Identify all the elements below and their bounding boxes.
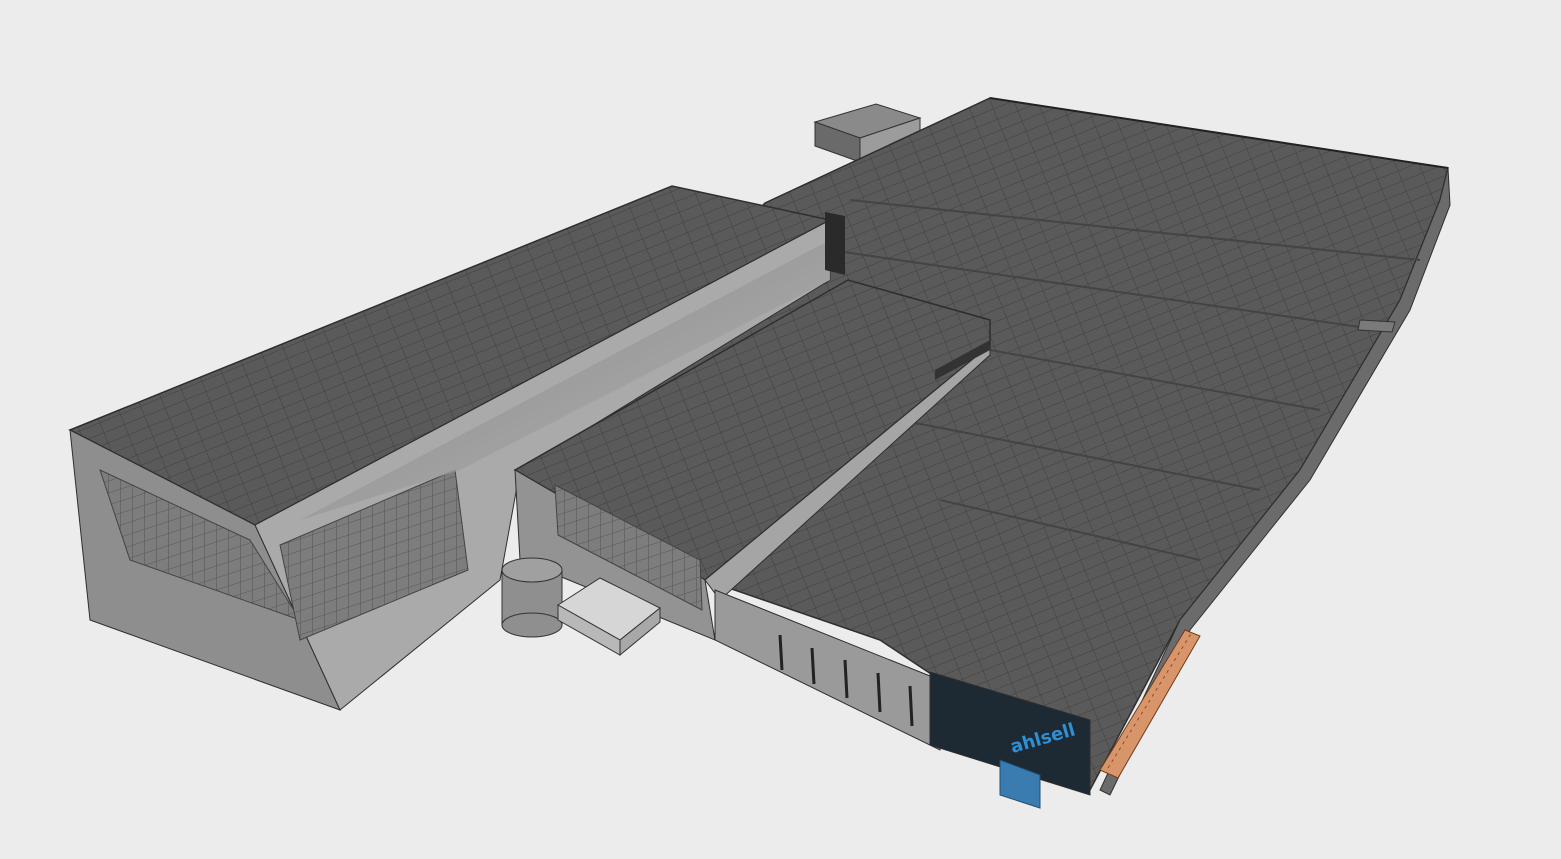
water-tank <box>501 557 563 638</box>
building-model: ahlsell <box>68 97 1451 809</box>
loading-dock <box>1357 319 1396 333</box>
3d-model-viewport[interactable]: ahlsell <box>0 0 1561 859</box>
